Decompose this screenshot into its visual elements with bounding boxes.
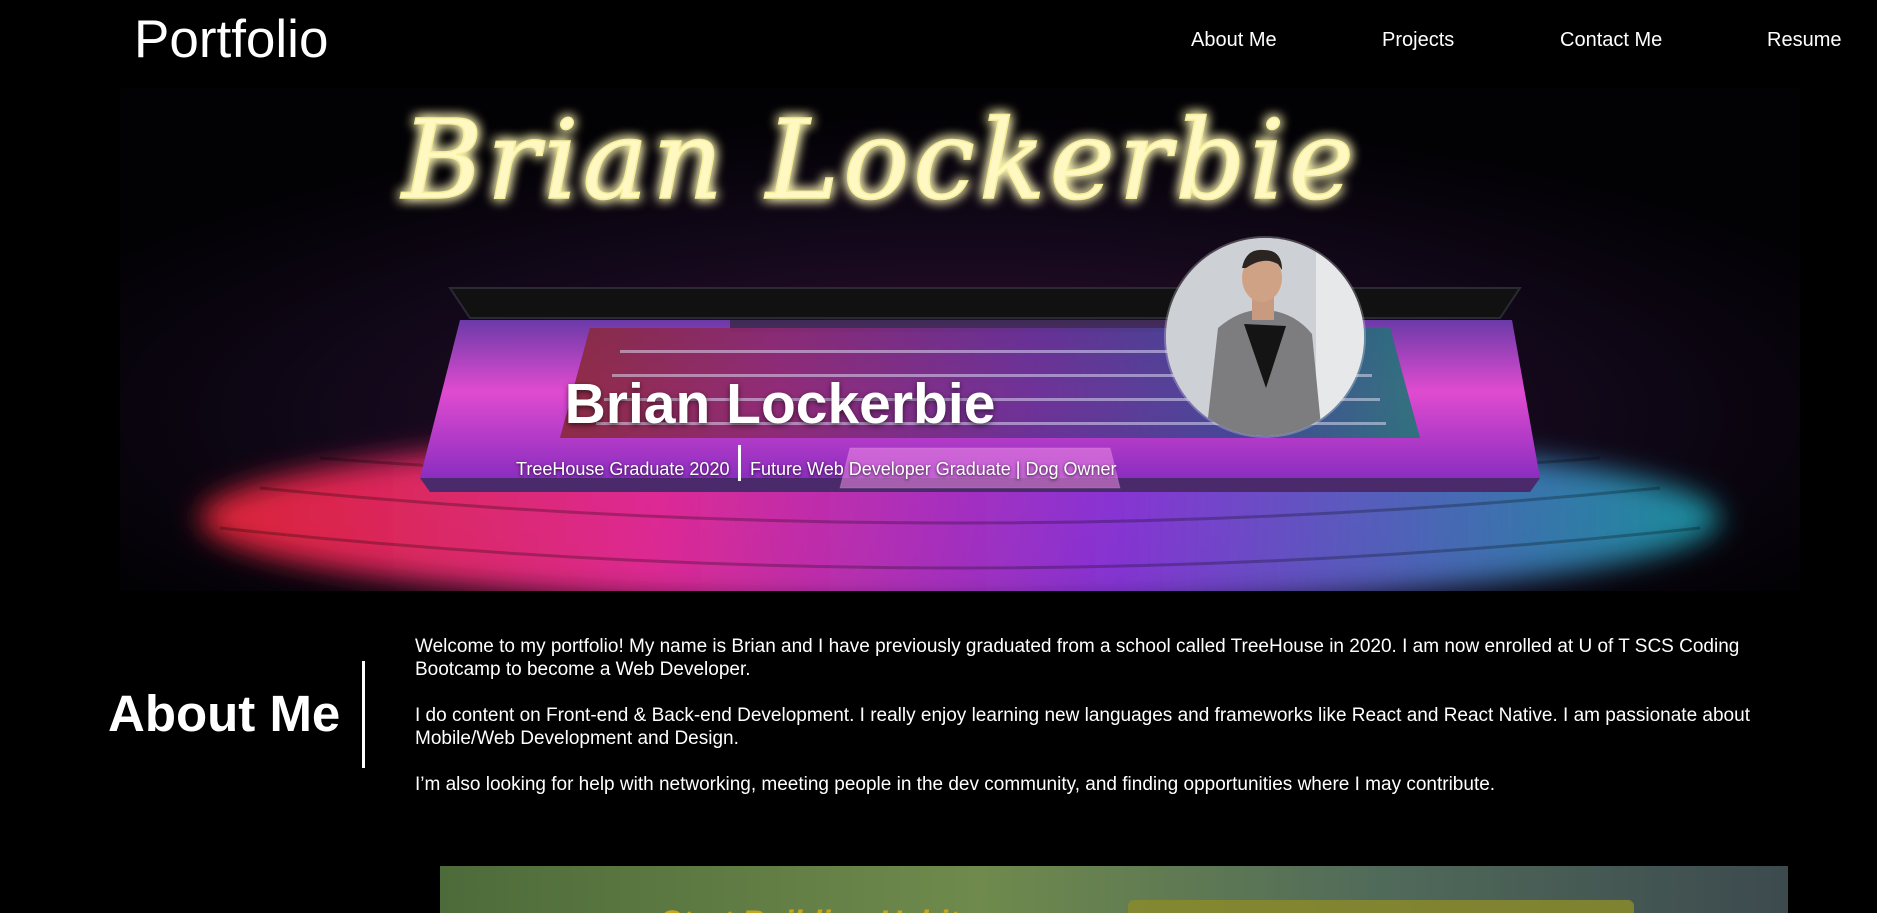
- about-paragraph-1: Welcome to my portfolio! My name is Bria…: [415, 636, 1740, 680]
- about-divider: [362, 661, 365, 768]
- project-preview-card[interactable]: Start Building Habits: [440, 866, 1788, 913]
- person-icon: [1166, 238, 1364, 436]
- about-me-heading: About Me: [108, 685, 341, 742]
- tagline-divider: [738, 445, 741, 481]
- nav-link-contact-me[interactable]: Contact Me: [1560, 28, 1662, 52]
- top-navbar: Portfolio About Me Projects Contact Me R…: [0, 0, 1877, 82]
- project-preview-title: Start Building Habits: [660, 902, 976, 913]
- brand-logo[interactable]: Portfolio: [134, 10, 328, 70]
- hero-tagline-left: TreeHouse Graduate 2020: [516, 459, 730, 479]
- nav-link-resume[interactable]: Resume: [1767, 28, 1841, 52]
- neon-signature: Brian Lockerbie: [400, 96, 1358, 224]
- nav-link-projects[interactable]: Projects: [1382, 28, 1454, 52]
- hero-tagline-right: Future Web Developer Graduate | Dog Owne…: [750, 459, 1117, 479]
- profile-photo-avatar: [1166, 238, 1364, 436]
- nav-link-about-me[interactable]: About Me: [1191, 28, 1277, 52]
- about-paragraph-3: I’m also looking for help with networkin…: [415, 774, 1496, 795]
- hero-background-image: Brian Lockerbie: [120, 88, 1800, 591]
- hero-banner: Brian Lockerbie Brian Lockerbie TreeHous…: [120, 88, 1800, 591]
- about-paragraph-2: I do content on Front-end & Back-end Dev…: [415, 705, 1750, 749]
- project-preview-image: [440, 866, 1788, 913]
